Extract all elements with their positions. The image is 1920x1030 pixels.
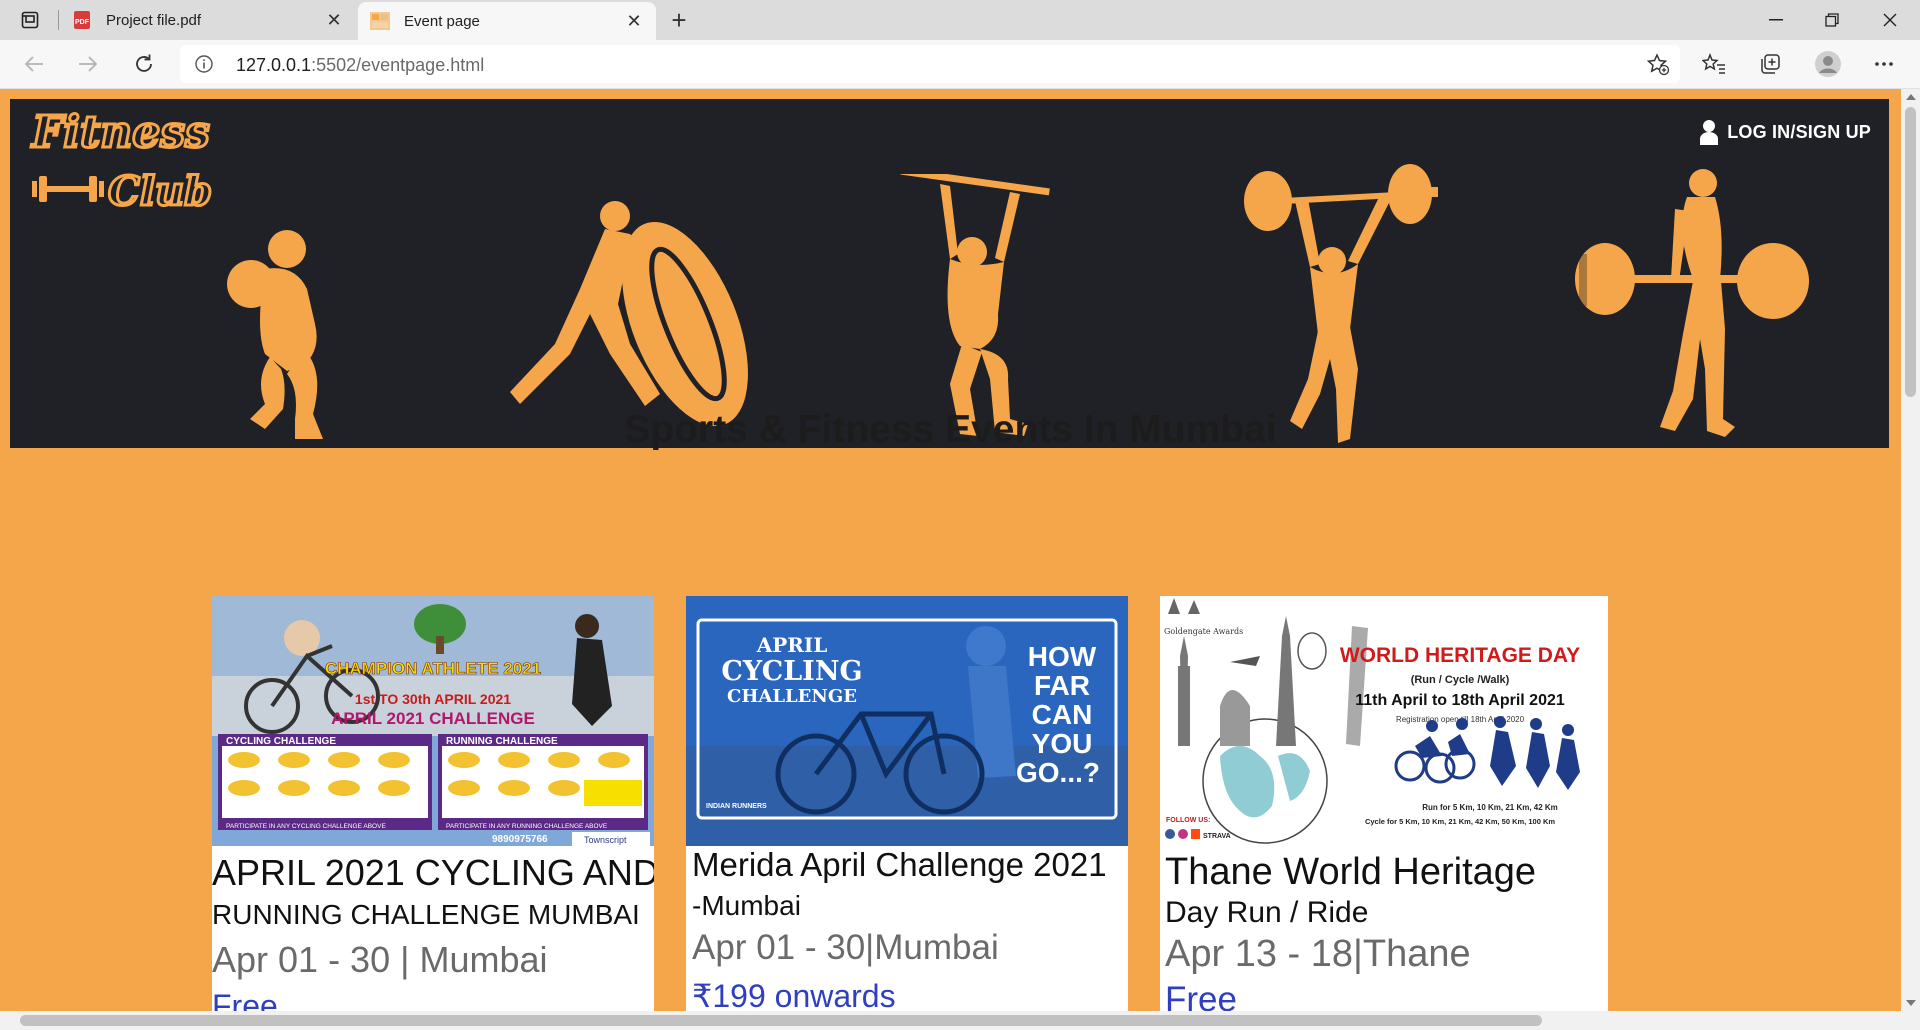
event-title-line1[interactable]: Merida April Challenge 2021 [692,846,1107,884]
event-card[interactable]: CHAMPION ATHLETE 2021 1st TO 30th APRIL … [212,596,654,1011]
poster-line2: CYCLING [721,656,862,687]
event-title-line2[interactable]: RUNNING CHALLENGE MUMBAI [212,899,640,931]
event-poster-image: CHAMPION ATHLETE 2021 1st TO 30th APRIL … [212,596,654,846]
poster-right-panel: RUNNING CHALLENGE [446,736,558,747]
poster-subheading: APRIL 2021 CHALLENGE [331,709,535,728]
event-price: Free [1165,980,1237,1011]
user-icon [1700,120,1719,145]
refresh-icon[interactable] [126,48,162,80]
hero-banner: Fitness Club LOG IN/SIGN UP [10,99,1889,448]
forward-icon[interactable] [70,48,106,80]
site-info-icon[interactable] [194,54,214,74]
browser-toolbar: 127.0.0.1:5502/eventpage.html [0,40,1920,89]
poster-heading: WORLD HERITAGE DAY [1340,644,1580,667]
more-menu-icon[interactable] [1870,50,1898,78]
vertical-scrollbar[interactable] [1901,89,1920,1011]
vertical-scroll-thumb[interactable] [1905,107,1916,397]
poster-left-panel: CYCLING CHALLENGE [226,736,336,747]
page-thumbnail-icon [370,11,390,31]
login-signup-link[interactable]: LOG IN/SIGN UP [1699,119,1871,145]
poster-heading: CHAMPION ATHLETE 2021 [325,659,541,678]
poster-run-note: Run for 5 Km, 10 Km, 21 Km, 42 Km [1422,803,1558,812]
scroll-down-icon[interactable] [1906,1000,1916,1006]
close-tab-icon[interactable]: ✕ [620,7,648,35]
event-title-line1[interactable]: Thane World Heritage [1165,851,1536,894]
poster-tagline2: FAR [1034,670,1090,701]
minimize-icon[interactable] [1748,0,1804,40]
poster-strava: STRAVA [1203,833,1231,840]
tab-title: Project file.pdf [106,11,202,29]
logo-line2: Club [108,168,212,215]
poster-dates: 11th April to 18th April 2021 [1355,692,1565,709]
event-card[interactable]: APRIL CYCLING CHALLENGE HOW FAR CAN YOU … [686,596,1128,1011]
logo-line1: Fitness [30,107,210,158]
tab-project-file[interactable]: PDF Project file.pdf ✕ [60,0,356,40]
event-title-line2[interactable]: -Mumbai [692,890,801,922]
svg-text:PDF: PDF [75,19,90,26]
close-window-icon[interactable] [1862,0,1918,40]
address-bar[interactable]: 127.0.0.1:5502/eventpage.html [180,45,1680,83]
collections-icon[interactable] [1756,50,1784,78]
event-price: Free [212,988,278,1011]
poster-contact: 9890975766 [492,834,548,845]
event-card[interactable]: Goldengate Awards WORLD HERITAGE DAY (Ru… [1160,596,1608,1011]
page-viewport: Fitness Club LOG IN/SIGN UP Sports & Fit… [0,89,1901,1011]
event-title-line2[interactable]: Day Run / Ride [1165,896,1368,930]
poster-cycle-note: Cycle for 5 Km, 10 Km, 21 Km, 42 Km, 50 … [1365,817,1555,826]
poster-subheading: (Run / Cycle /Walk) [1411,674,1510,686]
event-price: ₹199 onwards [692,978,896,1011]
horizontal-scroll-thumb[interactable] [20,1015,1542,1026]
back-icon[interactable] [16,48,52,80]
url-host: 127.0.0.1 [236,55,312,75]
scrollbar-corner [1901,1011,1920,1030]
page-title: Sports & Fitness Events In Mumbai [624,408,1277,451]
new-tab-icon[interactable]: + [664,5,694,35]
favorites-icon[interactable] [1700,50,1728,78]
url-path: :5502/eventpage.html [311,55,485,75]
tab-separator [58,10,59,30]
fitness-club-logo[interactable]: Fitness Club [28,105,228,222]
tab-title: Event page [404,12,480,30]
event-date: Apr 13 - 18|Thane [1165,933,1471,975]
poster-line3: CHALLENGE [727,686,857,707]
poster-tagline5: GO...? [1016,757,1100,788]
poster-top-label: Goldengate Awards [1164,627,1243,636]
close-tab-icon[interactable]: ✕ [320,6,348,34]
horizontal-scrollbar[interactable] [0,1011,1901,1030]
tab-event-page[interactable]: Event page ✕ [358,2,656,40]
poster-follow: FOLLOW US: [1166,817,1210,824]
deadlift-silhouette [1575,169,1809,437]
event-poster-image: APRIL CYCLING CHALLENGE HOW FAR CAN YOU … [686,596,1128,846]
poster-dates: 1st TO 30th APRIL 2021 [355,691,511,707]
poster-tagline3: CAN [1032,699,1093,730]
browser-tab-bar: PDF Project file.pdf ✕ Event page ✕ + [0,0,1920,40]
poster-footer-right: PARTICIPATE IN ANY RUNNING CHALLENGE ABO… [446,823,608,830]
event-date: Apr 01 - 30 | Mumbai [212,939,548,980]
login-label: LOG IN/SIGN UP [1727,121,1871,142]
poster-tagline1: HOW [1028,641,1097,672]
poster-footer-left: PARTICIPATE IN ANY CYCLING CHALLENGE ABO… [226,823,386,830]
restore-icon[interactable] [1804,0,1860,40]
event-poster-image: Goldengate Awards WORLD HERITAGE DAY (Ru… [1160,596,1608,846]
poster-line1: APRIL [756,633,828,657]
pull-up-silhouette [900,174,1050,436]
pdf-icon: PDF [72,10,92,30]
event-title-line1[interactable]: APRIL 2021 CYCLING AND [212,852,654,894]
event-date: Apr 01 - 30|Mumbai [692,928,999,967]
poster-tagline4: YOU [1032,728,1093,759]
scroll-up-icon[interactable] [1906,94,1916,100]
tire-flip-silhouette [510,201,748,427]
url-text: 127.0.0.1:5502/eventpage.html [236,55,484,76]
poster-brand: Townscript [584,835,627,845]
tab-actions-icon[interactable] [16,8,44,32]
profile-avatar-icon[interactable] [1814,50,1842,78]
poster-brand: INDIAN RUNNERS [706,803,767,810]
add-favorite-icon[interactable] [1646,52,1670,76]
